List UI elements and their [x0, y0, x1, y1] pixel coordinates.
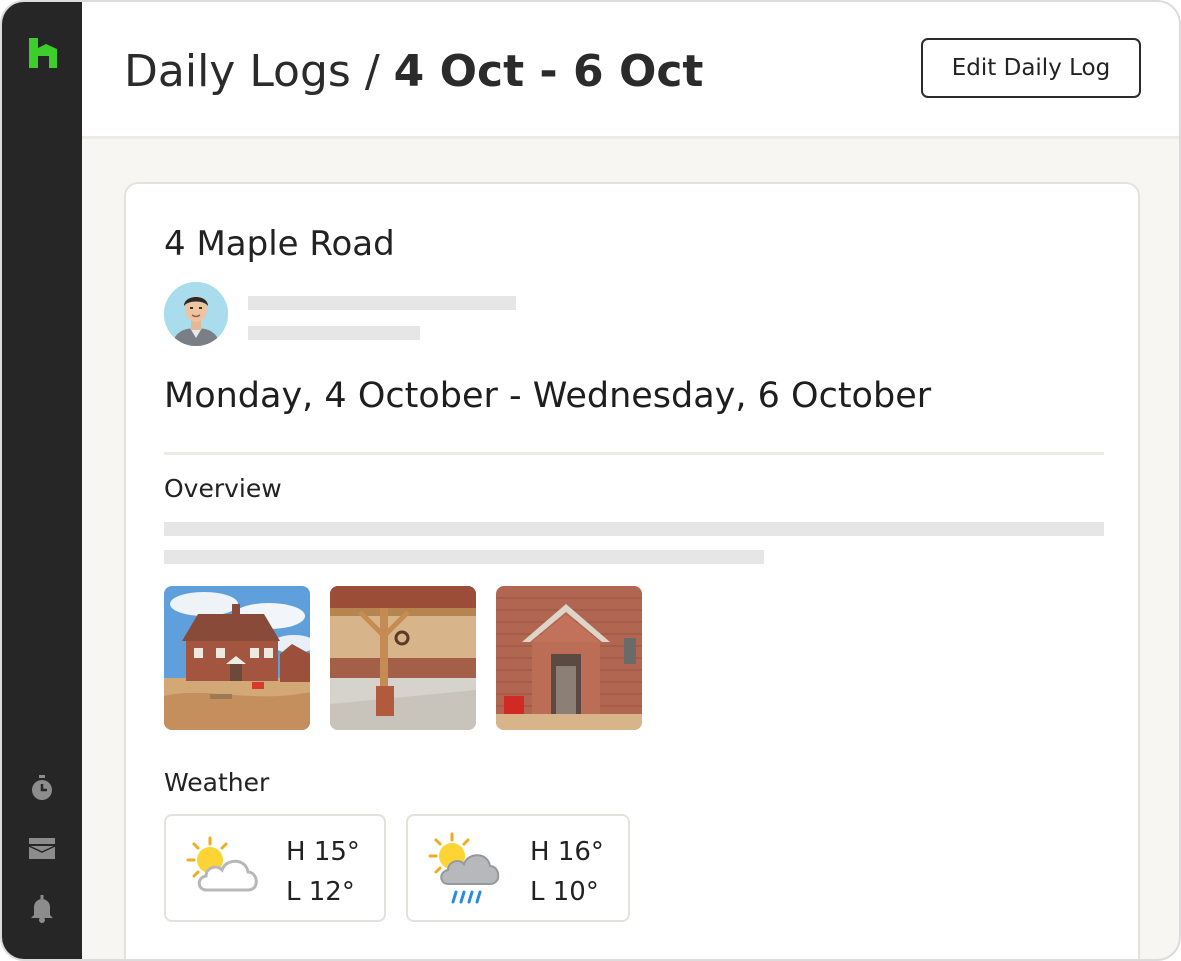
- sun-rain-cloud-icon: [428, 832, 500, 904]
- partly-cloudy-icon: [186, 836, 258, 892]
- author-meta-placeholder: [248, 326, 420, 340]
- brick-porch-photo: [496, 586, 642, 730]
- house-exterior-photo: [164, 586, 310, 730]
- temperature-range: H 15° L 12°: [286, 832, 360, 912]
- person-avatar-icon: [164, 282, 228, 346]
- stopwatch-icon[interactable]: [26, 772, 58, 804]
- temperature-range: H 16° L 10°: [530, 832, 604, 912]
- daily-log-card: 4 Maple Road Monday, 4 October - Wednesd…: [124, 182, 1140, 959]
- photo-thumbnail[interactable]: [496, 586, 642, 730]
- weather-day-card: H 15° L 12°: [164, 814, 386, 922]
- overview-text-placeholder: [164, 550, 764, 564]
- log-date-range: Monday, 4 October - Wednesday, 6 October: [164, 376, 932, 416]
- page-title: Daily Logs / 4 Oct - 6 Oct: [124, 40, 703, 104]
- inbox-icon[interactable]: [26, 832, 58, 864]
- photo-thumbnail[interactable]: [164, 586, 310, 730]
- sidebar: [2, 2, 82, 959]
- temperature-low: L 10°: [530, 877, 599, 907]
- weather-day-card: H 16° L 10°: [406, 814, 630, 922]
- temperature-high: H 15°: [286, 837, 360, 867]
- photo-thumbnail[interactable]: [330, 586, 476, 730]
- breadcrumb-daily-logs[interactable]: Daily Logs /: [124, 46, 380, 97]
- temperature-low: L 12°: [286, 877, 355, 907]
- bell-icon[interactable]: [26, 892, 58, 924]
- avatar: [164, 282, 228, 346]
- app-window: Daily Logs / 4 Oct - 6 Oct Edit Daily Lo…: [0, 0, 1181, 961]
- divider: [164, 452, 1104, 455]
- author-name-placeholder: [248, 296, 516, 310]
- timber-frame-garage-photo: [330, 586, 476, 730]
- project-name: 4 Maple Road: [164, 224, 395, 264]
- page-header: Daily Logs / 4 Oct - 6 Oct Edit Daily Lo…: [82, 2, 1179, 139]
- edit-daily-log-button[interactable]: Edit Daily Log: [921, 38, 1141, 98]
- temperature-high: H 16°: [530, 837, 604, 867]
- header-date-range: 4 Oct - 6 Oct: [393, 46, 704, 97]
- overview-heading: Overview: [164, 474, 282, 503]
- overview-text-placeholder: [164, 522, 1104, 536]
- weather-heading: Weather: [164, 768, 270, 797]
- logo-icon[interactable]: [26, 36, 60, 70]
